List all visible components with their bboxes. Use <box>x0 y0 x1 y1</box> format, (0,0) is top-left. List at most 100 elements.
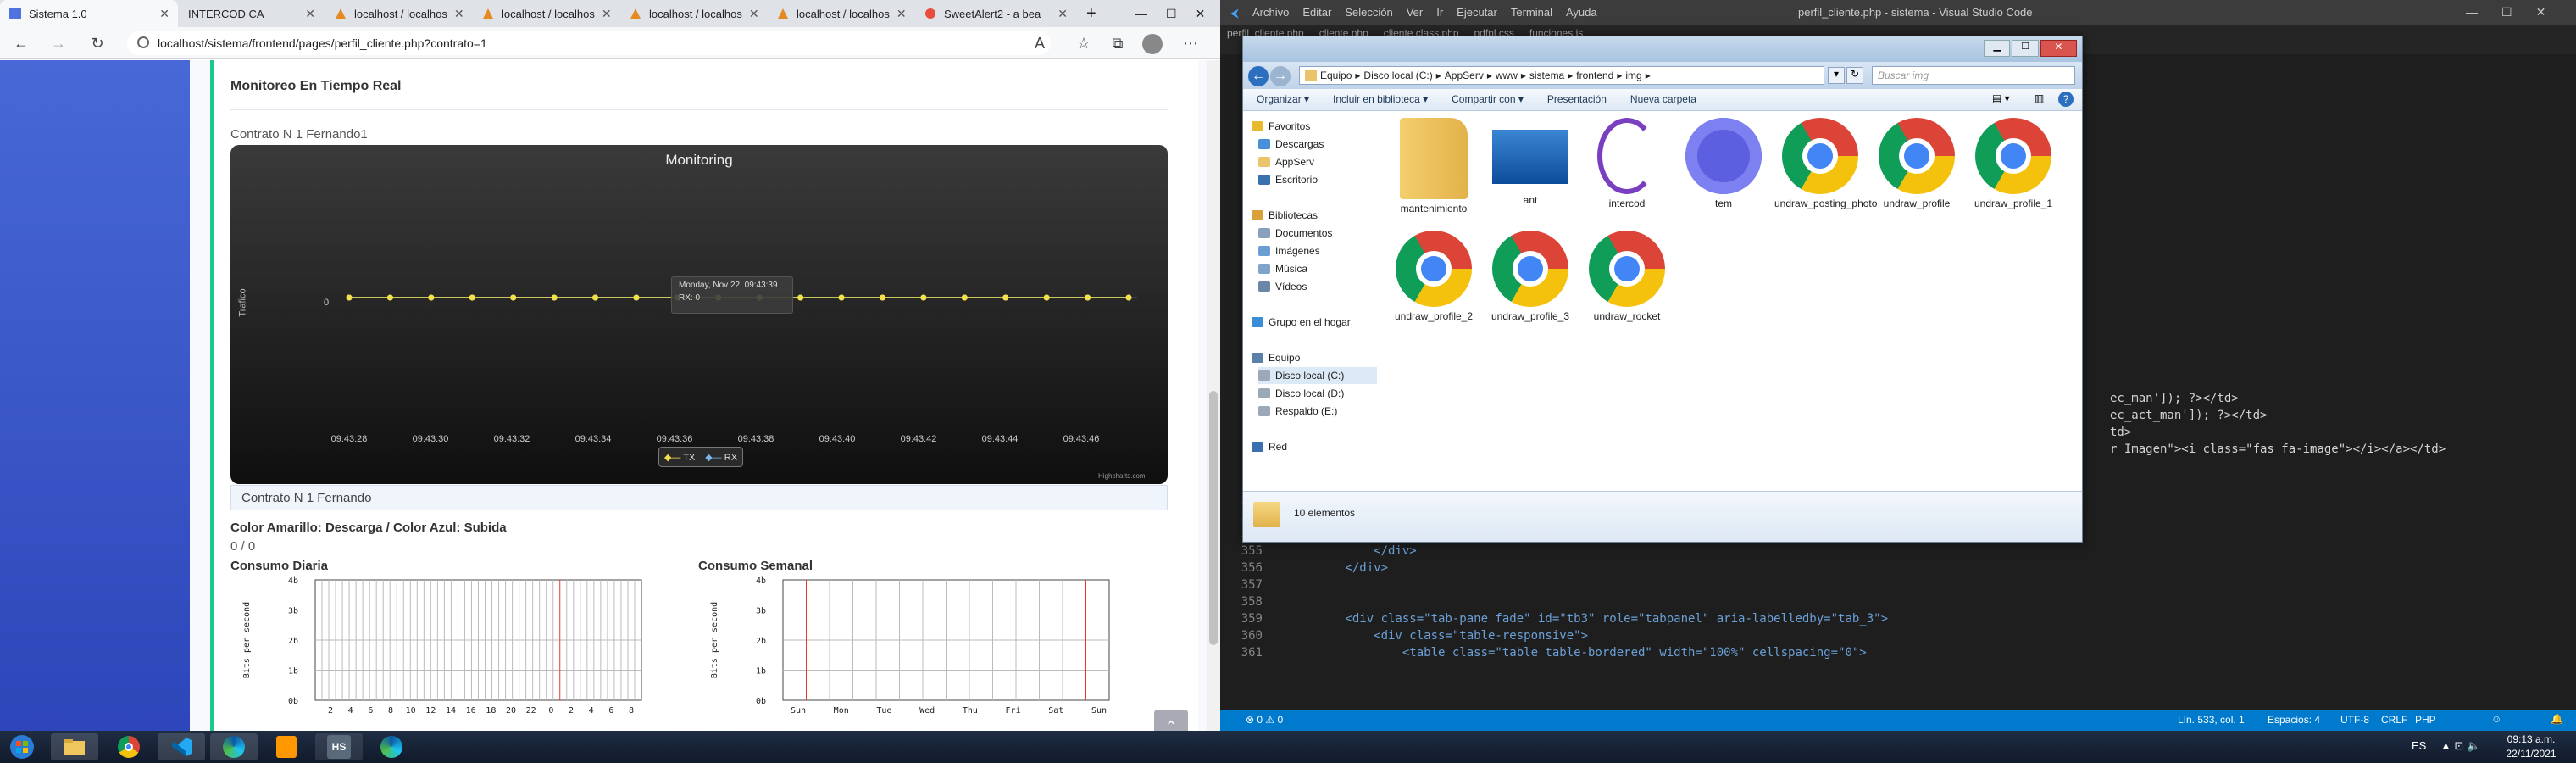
close-tab-icon[interactable]: ✕ <box>897 7 907 21</box>
browser-tab-sweetalert[interactable]: SweetAlert2 - a bea ✕ <box>915 0 1076 27</box>
maximize-icon[interactable]: ☐ <box>1166 7 1177 21</box>
nav-tree-item[interactable]: Disco local (D:) <box>1258 385 1344 402</box>
nav-tree-item[interactable]: Imágenes <box>1258 242 1320 259</box>
collections-icon[interactable]: ⧉ <box>1108 34 1127 53</box>
language-indicator[interactable]: ES <box>2412 739 2426 752</box>
maximize-icon[interactable]: ☐ <box>2012 40 2039 57</box>
nav-tree-item[interactable]: Música <box>1258 260 1307 277</box>
cursor-position[interactable]: Lín. 533, col. 1 <box>2178 714 2245 726</box>
breadcrumb-item[interactable]: frontend <box>1576 70 1613 81</box>
code-line[interactable]: 358 <box>1220 593 1288 610</box>
browser-tab-intercod[interactable]: INTERCOD CA ✕ <box>180 0 324 27</box>
menu-item[interactable]: Editar <box>1302 6 1331 19</box>
nav-tree-item[interactable]: Equipo <box>1252 349 1300 366</box>
chrome-taskbar-icon[interactable] <box>105 733 153 760</box>
menu-item[interactable]: Ayuda <box>1566 6 1597 19</box>
view-options-icon[interactable]: ▤ ▾ <box>1992 92 2010 104</box>
menu-item[interactable]: Ejecutar <box>1457 6 1497 19</box>
nav-tree-item[interactable]: Bibliotecas <box>1252 207 1318 224</box>
maximize-icon[interactable]: ☐ <box>2501 5 2512 19</box>
close-window-icon[interactable]: ✕ <box>2536 5 2546 19</box>
browser-tab-localhost-4[interactable]: localhost / localhos ✕ <box>768 0 913 27</box>
forward-icon[interactable]: → <box>49 34 68 53</box>
favorites-icon[interactable]: ☆ <box>1074 34 1093 53</box>
menu-item[interactable]: Archivo <box>1252 6 1289 19</box>
search-input[interactable]: Buscar img <box>1872 66 2075 85</box>
breadcrumb-item[interactable]: Equipo <box>1320 70 1352 81</box>
preview-pane-icon[interactable]: ▥ <box>2035 92 2044 104</box>
legend-item-tx[interactable]: ◆— TX <box>664 452 695 463</box>
page-scrollbar[interactable] <box>1207 60 1220 731</box>
breadcrumb-item[interactable]: img <box>1625 70 1641 81</box>
problems-count[interactable]: ⊗ 0 ⚠ 0 <box>1246 714 1283 726</box>
browser-tab-sistema[interactable]: Sistema 1.0 ✕ <box>0 0 178 27</box>
code-line[interactable]: r Imagen"><i class="fas fa-image"></i></… <box>2110 441 2446 458</box>
start-button[interactable] <box>5 733 39 760</box>
breadcrumb-item[interactable]: www <box>1496 70 1518 81</box>
nav-tree-item[interactable]: Escritorio <box>1258 171 1318 188</box>
minimize-icon[interactable]: — <box>2466 5 2478 19</box>
breadcrumb[interactable]: Equipo ▸ Disco local (C:) ▸ AppServ ▸ www ▸ … <box>1299 66 1824 85</box>
file-item[interactable]: mantenimiento <box>1388 118 1480 214</box>
feedback-icon[interactable]: ☺ <box>2491 713 2501 725</box>
language-mode[interactable]: PHP <box>2415 714 2436 726</box>
file-item[interactable]: intercod <box>1581 118 1673 209</box>
close-tab-icon[interactable]: ✕ <box>1058 7 1068 21</box>
code-line[interactable]: 361 <table class="table table-bordered" … <box>1220 644 1867 661</box>
code-line[interactable]: ec_act_man']); ?></td> <box>2110 407 2267 424</box>
nav-tree-item[interactable]: Grupo en el hogar <box>1252 314 1351 331</box>
menu-item[interactable]: Terminal <box>1511 6 1552 19</box>
file-item[interactable]: ant <box>1485 118 1576 206</box>
scroll-top-button[interactable]: ⌃ <box>1154 710 1188 731</box>
menu-item[interactable]: Selección <box>1345 6 1392 19</box>
file-item[interactable]: undraw_rocket <box>1581 231 1673 322</box>
slideshow-button[interactable]: Presentación <box>1547 93 1607 105</box>
code-line[interactable]: 360 <div class="table-responsive"> <box>1220 627 1588 644</box>
file-item[interactable]: undraw_posting_photo <box>1774 118 1877 209</box>
browser-tab-localhost-1[interactable]: localhost / localhos ✕ <box>325 0 471 27</box>
breadcrumb-item[interactable]: AppServ <box>1445 70 1484 81</box>
minimize-icon[interactable]: — <box>1135 7 1147 20</box>
new-folder-button[interactable]: Nueva carpeta <box>1630 93 1696 105</box>
forward-icon[interactable]: → <box>1270 66 1291 86</box>
encoding[interactable]: UTF-8 <box>2340 714 2369 726</box>
nav-tree-item[interactable]: Favoritos <box>1252 118 1310 135</box>
scrollbar-thumb[interactable] <box>1209 391 1218 645</box>
edge-2-taskbar-icon[interactable] <box>368 733 415 760</box>
read-aloud-icon[interactable]: A <box>1030 34 1049 53</box>
organize-button[interactable]: Organizar ▾ <box>1257 93 1309 105</box>
new-tab-icon[interactable]: + <box>1078 0 1103 27</box>
edge-taskbar-icon[interactable] <box>210 733 258 760</box>
nav-tree-item[interactable]: Documentos <box>1258 225 1332 242</box>
menu-item[interactable]: Ver <box>1407 6 1424 19</box>
breadcrumb-item[interactable]: sistema <box>1530 70 1564 81</box>
nav-tree-item[interactable]: Vídeos <box>1258 278 1307 295</box>
file-item[interactable]: tem <box>1678 118 1769 209</box>
menu-item[interactable]: Ir <box>1436 6 1443 19</box>
code-line[interactable]: ec_man']); ?></td> <box>2110 390 2239 407</box>
indentation[interactable]: Espacios: 4 <box>2268 714 2320 726</box>
profile-avatar[interactable] <box>1142 34 1163 54</box>
browser-tab-localhost-3[interactable]: localhost / localhos ✕ <box>620 0 766 27</box>
file-item[interactable]: undraw_profile <box>1871 118 1963 209</box>
vscode-taskbar-icon[interactable] <box>158 733 205 760</box>
include-library-button[interactable]: Incluir en biblioteca ▾ <box>1333 93 1428 105</box>
dropdown-icon[interactable]: ▾ <box>1828 67 1845 84</box>
file-item[interactable]: undraw_profile_2 <box>1388 231 1480 322</box>
code-line[interactable]: 357 <box>1220 576 1288 593</box>
show-desktop-button[interactable] <box>2568 731 2576 763</box>
file-explorer-taskbar-icon[interactable] <box>51 733 98 760</box>
eol[interactable]: CRLF <box>2381 714 2407 726</box>
tray-icons[interactable]: ▲ ⊡ 🔈 <box>2440 739 2480 753</box>
back-icon[interactable]: ← <box>1248 66 1269 86</box>
breadcrumb-item[interactable]: Disco local (C:) <box>1363 70 1432 81</box>
nav-tree-item[interactable]: Respaldo (E:) <box>1258 403 1337 420</box>
close-tab-icon[interactable]: ✕ <box>602 7 612 21</box>
close-window-icon[interactable]: ✕ <box>1196 7 1206 21</box>
close-window-icon[interactable]: ✕ <box>2040 40 2077 57</box>
clock-time[interactable]: 09:13 a.m. <box>2501 733 2561 745</box>
share-button[interactable]: Compartir con ▾ <box>1452 93 1524 105</box>
reload-icon[interactable]: ↻ <box>88 34 107 53</box>
code-line[interactable]: 359 <div class="tab-pane fade" id="tb3" … <box>1220 610 1888 627</box>
file-item[interactable]: undraw_profile_3 <box>1485 231 1576 322</box>
